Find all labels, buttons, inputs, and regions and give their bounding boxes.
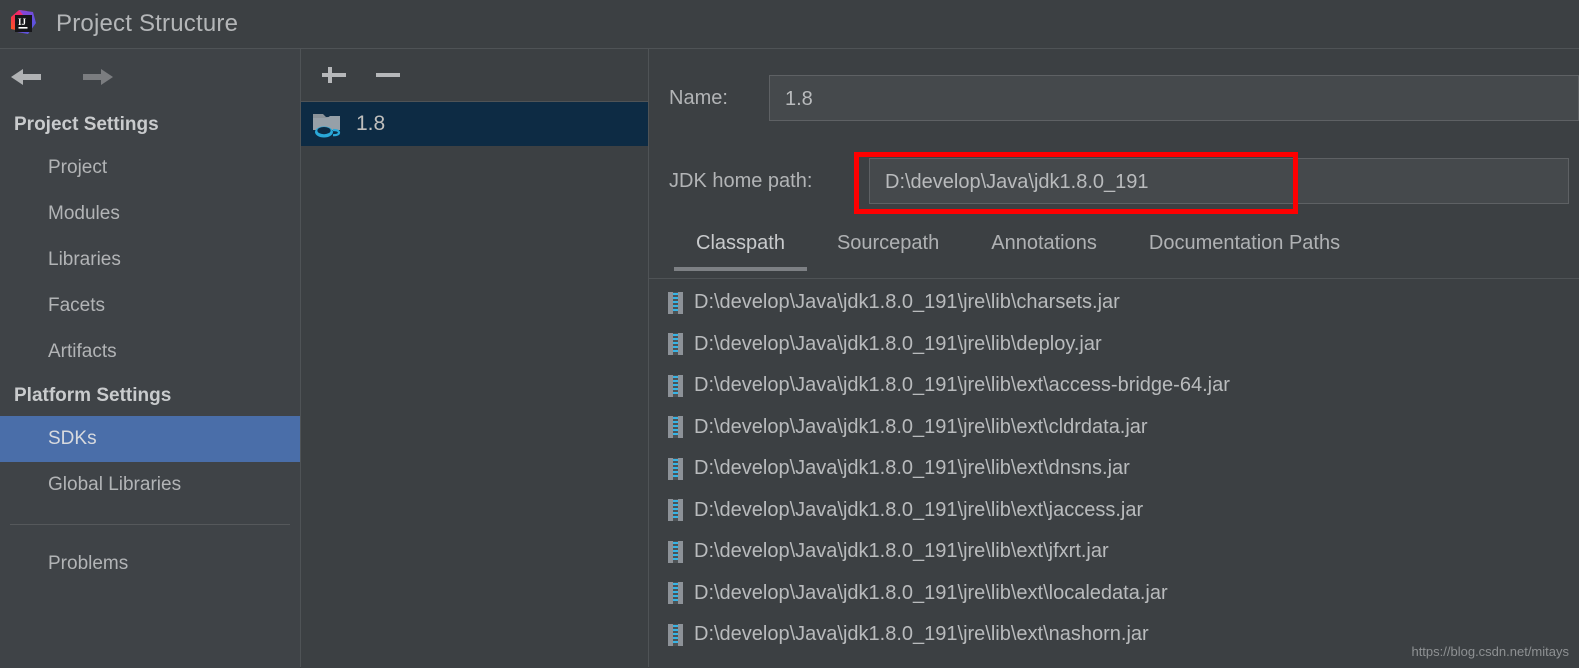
sdk-list-toolbar [301,49,648,102]
classpath-list[interactable]: D:\develop\Java\jdk1.8.0_191\jre\lib\cha… [649,282,1579,668]
jdk-home-path-label: JDK home path: [669,169,813,192]
watermark-text: https://blog.csdn.net/mitays [1411,644,1569,659]
classpath-entry-path: D:\develop\Java\jdk1.8.0_191\jre\lib\ext… [694,457,1130,480]
sidebar-item-project[interactable]: Project [0,145,300,191]
title-bar: IJ Project Structure [0,0,1579,48]
name-field-row: Name: 1.8 [669,75,1579,121]
sdk-list-item-label: 1.8 [356,112,386,135]
table-row[interactable]: D:\develop\Java\jdk1.8.0_191\jre\lib\cha… [649,282,1579,324]
project-structure-dialog: IJ Project Structure Project Settings Pr… [0,0,1579,668]
sidebar-group-platform-settings: Platform Settings [14,385,172,406]
jar-icon [668,499,683,522]
jar-icon [668,623,683,646]
sidebar-group-project-settings: Project Settings [14,114,159,135]
settings-sidebar: Project Settings Project Modules Librari… [0,48,300,668]
table-row[interactable]: D:\develop\Java\jdk1.8.0_191\jre\lib\ext… [649,448,1579,490]
jar-icon [668,374,683,397]
sidebar-item-global-libraries[interactable]: Global Libraries [0,462,300,508]
table-row[interactable]: D:\develop\Java\jdk1.8.0_191\jre\lib\ext… [649,531,1579,573]
sidebar-item-artifacts[interactable]: Artifacts [0,329,300,375]
minus-icon [376,73,400,77]
arrow-left-icon[interactable] [8,63,48,91]
tab-classpath[interactable]: Classpath [670,226,811,274]
jdk-home-path-input[interactable]: D:\develop\Java\jdk1.8.0_191 [869,158,1569,204]
tab-bar-rule [649,278,1579,279]
jar-icon [668,333,683,356]
classpath-entry-path: D:\develop\Java\jdk1.8.0_191\jre\lib\dep… [694,332,1102,355]
sidebar-item-modules[interactable]: Modules [0,191,300,237]
sdk-list-item-1-8[interactable]: 1.8 [301,102,648,146]
window-title: Project Structure [56,10,239,37]
svg-text:IJ: IJ [18,17,27,27]
sidebar-item-sdks[interactable]: SDKs [0,416,300,462]
jar-icon [668,457,683,480]
nav-arrows [0,49,300,104]
classpath-entry-path: D:\develop\Java\jdk1.8.0_191\jre\lib\ext… [694,415,1148,438]
sidebar-item-facets[interactable]: Facets [0,283,300,329]
jdk-folder-icon [311,109,345,139]
classpath-entry-path: D:\develop\Java\jdk1.8.0_191\jre\lib\cha… [694,291,1120,314]
sidebar-divider [10,524,290,525]
classpath-entry-path: D:\develop\Java\jdk1.8.0_191\jre\lib\ext… [694,540,1109,563]
sdk-name-input[interactable]: 1.8 [769,75,1579,121]
sidebar-item-libraries[interactable]: Libraries [0,237,300,283]
remove-sdk-button[interactable] [372,59,404,91]
name-label: Name: [669,86,728,109]
jar-icon [668,291,683,314]
table-row[interactable]: D:\develop\Java\jdk1.8.0_191\jre\lib\ext… [649,490,1579,532]
arrow-right-icon[interactable] [76,63,116,91]
classpath-entry-path: D:\develop\Java\jdk1.8.0_191\jre\lib\ext… [694,623,1149,646]
table-row[interactable]: D:\develop\Java\jdk1.8.0_191\jre\lib\ext… [649,365,1579,407]
tab-documentation-paths[interactable]: Documentation Paths [1123,226,1366,274]
jar-icon [668,540,683,563]
table-row[interactable]: D:\develop\Java\jdk1.8.0_191\jre\lib\ext… [649,573,1579,615]
tab-annotations[interactable]: Annotations [965,226,1123,274]
jar-icon [668,416,683,439]
table-row[interactable]: D:\develop\Java\jdk1.8.0_191\jre\lib\ext… [649,407,1579,449]
sdk-list-panel: 1.8 [301,48,648,668]
jdk-home-path-field-row: JDK home path: D:\develop\Java\jdk1.8.0_… [669,158,1579,204]
table-row[interactable]: D:\develop\Java\jdk1.8.0_191\jre\lib\dep… [649,324,1579,366]
jar-icon [668,582,683,605]
classpath-entry-path: D:\develop\Java\jdk1.8.0_191\jre\lib\ext… [694,498,1144,521]
add-sdk-button[interactable] [318,59,350,91]
detail-tab-bar: Classpath Sourcepath Annotations Documen… [649,226,1579,280]
sidebar-item-problems[interactable]: Problems [0,541,300,587]
tab-sourcepath[interactable]: Sourcepath [811,226,965,274]
sdk-detail-pane: Name: 1.8 JDK home path: D:\develop\Java… [649,48,1579,668]
classpath-entry-path: D:\develop\Java\jdk1.8.0_191\jre\lib\ext… [694,374,1230,397]
intellij-idea-logo-icon: IJ [6,7,40,41]
classpath-entry-path: D:\develop\Java\jdk1.8.0_191\jre\lib\ext… [694,581,1168,604]
plus-icon [322,73,346,77]
